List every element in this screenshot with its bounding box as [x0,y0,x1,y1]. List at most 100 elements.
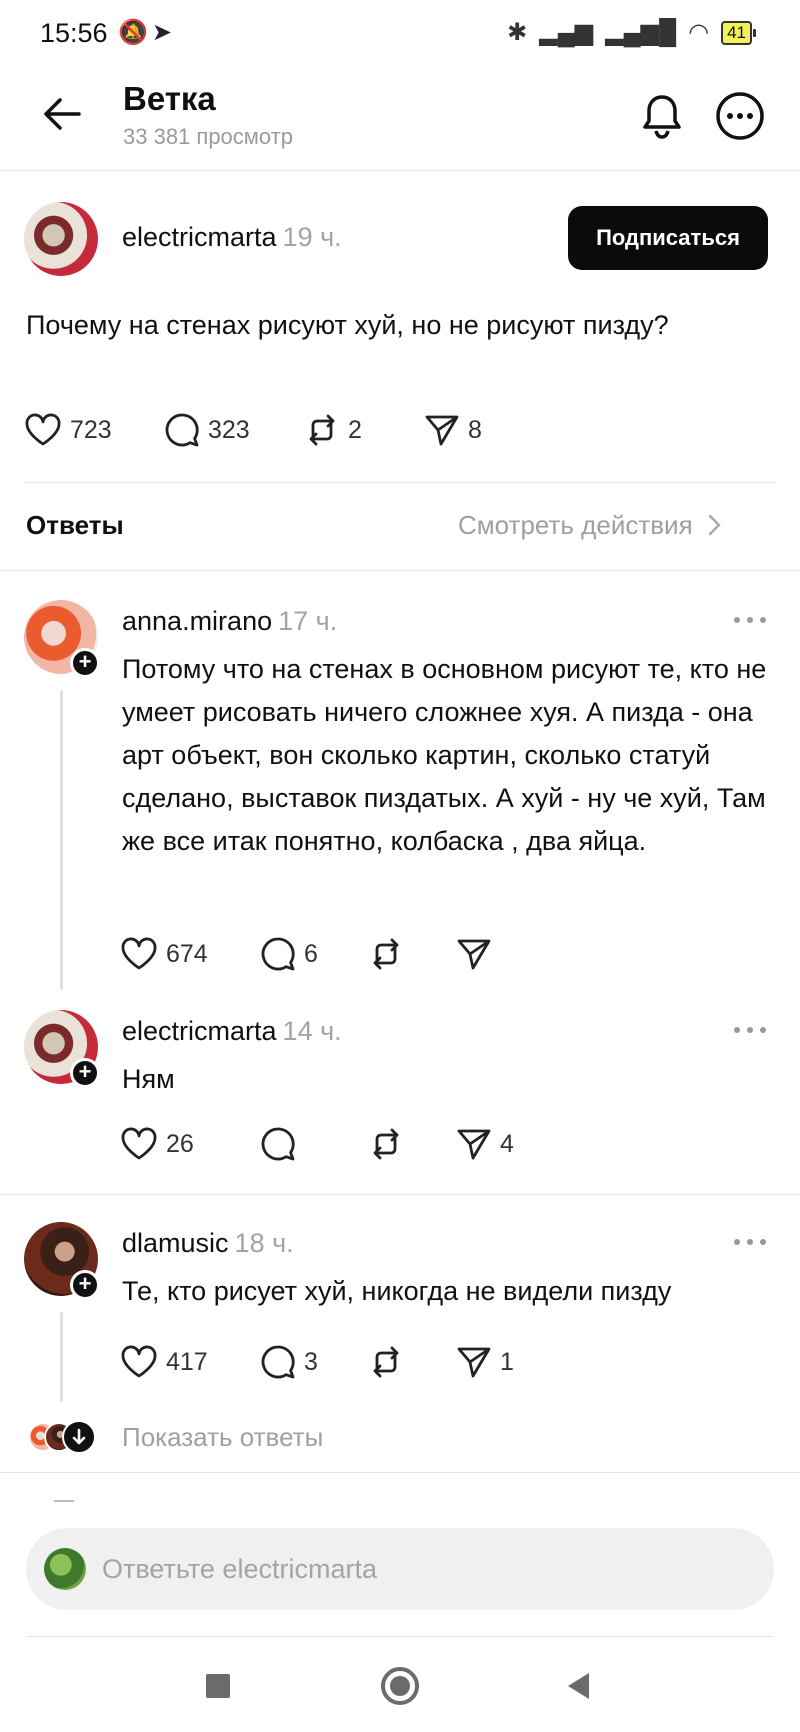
repost-button[interactable] [368,1344,456,1380]
reply-more-button[interactable] [730,1018,770,1042]
view-count: 33 381 просмотр [123,124,293,149]
more-horizontal-icon [734,1239,766,1245]
mute-icon: 🔕 [118,19,152,46]
status-icons: ✱ ▂▄▆ ▂▄▆█ ◠ 41 [507,18,756,47]
share-button[interactable] [456,937,536,971]
reply-input[interactable] [102,1553,702,1585]
more-horizontal-icon [734,617,766,623]
timestamp: 17 ч. [278,606,338,636]
like-button[interactable]: 723 [24,413,164,447]
reply-actions: 674 6 [120,936,536,972]
share-count: 1 [500,1347,514,1376]
avatar [44,1548,86,1590]
reply-author: dlamusic 18 ч. [122,1228,294,1259]
repost-icon [373,1128,399,1160]
repost-icon [373,938,399,970]
follow-plus-icon[interactable]: + [70,1270,100,1300]
like-button[interactable]: 417 [120,1345,260,1379]
username[interactable]: anna.mirano [122,606,272,636]
follow-plus-icon[interactable]: + [70,1058,100,1088]
repost-count: 2 [348,415,362,444]
timestamp: 14 ч. [282,1016,342,1046]
nav-divider [26,1636,774,1637]
avatar[interactable] [24,202,98,276]
bell-icon [643,95,681,139]
share-button[interactable]: 1 [456,1345,536,1379]
comment-icon [261,1345,295,1379]
comment-button[interactable]: 3 [260,1344,368,1380]
signal-icon: ▂▄▆ [539,19,594,46]
thread-line [60,1312,63,1402]
timestamp: 19 ч. [282,222,342,252]
recent-apps-button[interactable] [186,1654,250,1718]
repost-button[interactable] [368,936,456,972]
heart-icon [121,937,157,970]
back-button[interactable] [30,82,94,146]
comment-icon [165,413,199,447]
repost-button[interactable] [368,1126,456,1162]
status-time: 15:56 [40,18,108,48]
home-button[interactable] [368,1654,432,1718]
username[interactable]: electricmarta [122,1016,277,1046]
reply-author: anna.mirano 17 ч. [122,606,337,637]
comment-button[interactable]: 6 [260,936,368,972]
follow-plus-icon[interactable]: + [70,648,100,678]
comment-icon [261,937,295,971]
like-button[interactable]: 674 [120,937,260,971]
reply-bar[interactable] [26,1528,774,1610]
like-button[interactable]: 26 [120,1127,260,1161]
post-actions: 723 323 2 8 [24,412,514,448]
thread-line [60,690,63,990]
follow-button[interactable]: Подписаться [568,206,768,270]
reply-text: Потому что на стенах в основном рисуют т… [122,654,767,856]
arrow-down-icon [72,1428,86,1445]
view-activity-link[interactable]: Смотреть действия [458,510,722,541]
username[interactable]: electricmarta [122,222,277,252]
battery-icon: 41 [721,20,756,45]
reply-text: Ням [122,1064,175,1094]
reply-divider [0,1194,800,1195]
heart-icon [25,413,61,446]
share-button[interactable]: 8 [424,413,514,447]
notifications-button[interactable] [630,84,694,148]
bottom-divider [0,1472,800,1473]
comment-button[interactable] [260,1126,368,1162]
signal-icon-2: ▂▄▆█ [605,19,677,46]
more-button[interactable] [708,84,772,148]
wifi-icon: ◠ [688,19,710,46]
reply-more-button[interactable] [730,608,770,632]
header-divider [0,170,800,171]
chevron-right-icon [708,514,721,536]
thread-stub [54,1500,74,1502]
arrow-left-icon [44,98,81,130]
repost-icon [309,414,335,446]
like-count: 674 [166,939,208,968]
comment-count: 3 [304,1347,318,1376]
notification-icons: 🔕➤ [118,18,176,47]
reply-actions: 26 4 [120,1126,536,1162]
send-icon [457,1129,491,1160]
send-icon [425,415,459,446]
post-text: Почему на стенах рисуют хуй, но не рисую… [26,310,669,340]
like-count: 417 [166,1347,208,1376]
section-divider [0,570,800,571]
repost-button[interactable]: 2 [304,412,424,448]
repost-icon [373,1346,399,1378]
more-horizontal-icon [734,1027,766,1033]
timestamp: 18 ч. [234,1228,294,1258]
comment-button[interactable]: 323 [164,412,304,448]
reply-more-button[interactable] [730,1230,770,1254]
comment-count: 6 [304,939,318,968]
page-title: Ветка [123,80,216,117]
heart-icon [121,1345,157,1378]
show-replies-link[interactable]: Показать ответы [122,1422,323,1453]
more-icon [716,92,764,140]
share-count: 4 [500,1129,514,1158]
username[interactable]: dlamusic [122,1228,229,1258]
reply-avatars [28,1420,100,1456]
expand-icon[interactable] [62,1420,96,1454]
share-button[interactable]: 4 [456,1127,536,1161]
comment-icon [261,1127,295,1161]
back-nav-button[interactable] [546,1654,610,1718]
reply-actions: 417 3 1 [120,1344,536,1380]
